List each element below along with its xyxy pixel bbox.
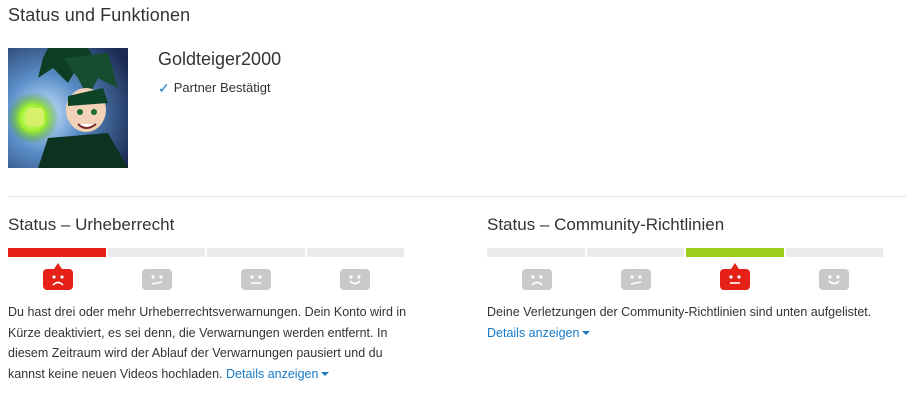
community-status-section: Status – Community-Richtlinien Deine Ver… xyxy=(487,215,887,343)
sad-face-icon xyxy=(42,263,73,290)
community-status-title: Status – Community-Richtlinien xyxy=(487,215,725,234)
caret-down-icon xyxy=(582,331,591,336)
community-details-link[interactable]: Details anzeigen xyxy=(487,325,591,340)
progress-segment-4 xyxy=(785,248,883,257)
copyright-details-link[interactable]: Details anzeigen xyxy=(226,366,330,381)
copyright-progress-bar xyxy=(8,248,404,257)
community-progress-bar xyxy=(487,248,883,257)
anime-character-avatar-icon xyxy=(8,48,128,168)
progress-segment-2 xyxy=(107,248,205,257)
community-description-text: Deine Verletzungen der Community-Richtli… xyxy=(487,305,872,319)
account-name: Goldteiger2000 xyxy=(158,49,282,69)
community-status-faces xyxy=(487,257,883,293)
progress-segment-3 xyxy=(686,248,784,257)
section-divider xyxy=(8,196,906,197)
copyright-status-faces xyxy=(8,257,404,293)
progress-segment-4 xyxy=(306,248,404,257)
sad-face-icon xyxy=(521,269,552,290)
copyright-status-description: Du hast drei oder mehr Urheberrechtsverw… xyxy=(8,302,413,384)
progress-segment-3 xyxy=(207,248,305,257)
happy-face-icon xyxy=(818,269,849,290)
neutral-face-icon xyxy=(240,269,271,290)
page-title: Status und Funktionen xyxy=(8,5,191,25)
neutral-face-icon xyxy=(719,263,750,290)
progress-segment-2 xyxy=(586,248,684,257)
copyright-status-section: Status – Urheberrecht Du hast drei oder … xyxy=(8,215,408,384)
caret-down-icon xyxy=(321,372,330,377)
community-status-description: Deine Verletzungen der Community-Richtli… xyxy=(487,302,887,343)
happy-face-icon xyxy=(339,269,370,290)
copyright-details-label: Details anzeigen xyxy=(226,366,319,381)
partner-status-label: Partner Bestätigt xyxy=(173,80,271,95)
partner-status: ✓ Partner Bestätigt xyxy=(158,80,271,95)
skeptical-face-icon xyxy=(141,269,172,290)
copyright-description-text: Du hast drei oder mehr Urheberrechtsverw… xyxy=(8,305,407,381)
progress-segment-1 xyxy=(487,248,585,257)
avatar[interactable] xyxy=(8,48,128,168)
progress-segment-1 xyxy=(8,248,106,257)
copyright-status-title: Status – Urheberrecht xyxy=(8,215,175,234)
skeptical-face-icon xyxy=(620,269,651,290)
community-details-label: Details anzeigen xyxy=(487,325,580,340)
checkmark-icon: ✓ xyxy=(158,79,170,96)
